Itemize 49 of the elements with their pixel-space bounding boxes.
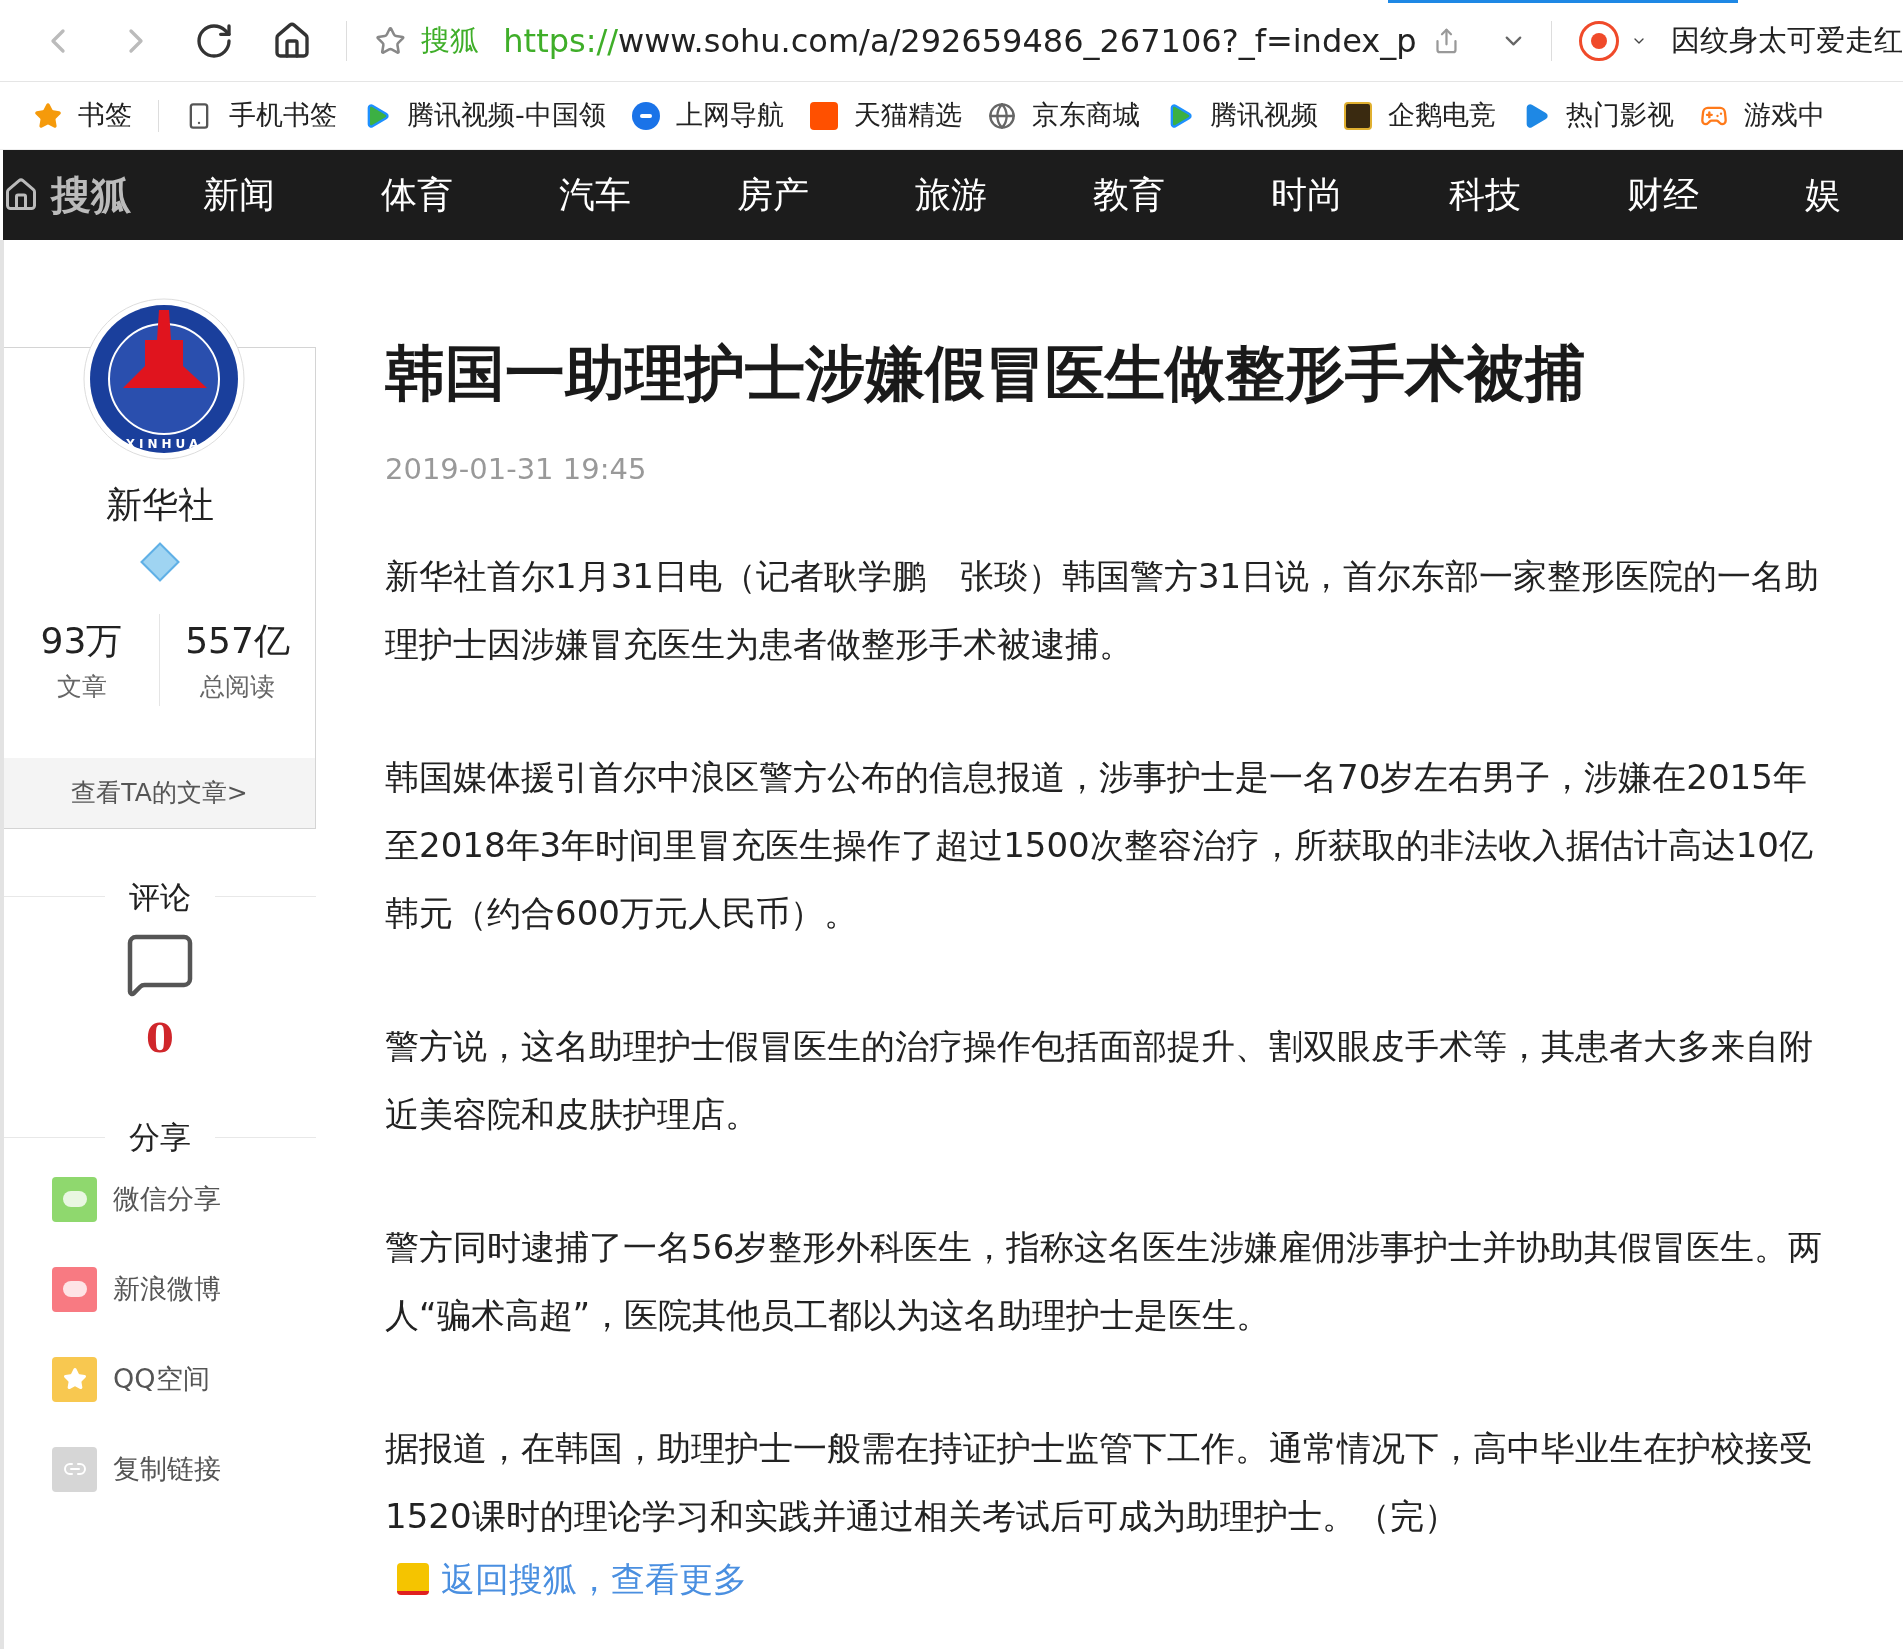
article-paragraph: 韩国媒体援引首尔中浪区警方公布的信息报道，涉事护士是一名70岁左右男子，涉嫌在2015年至2018年3年时间里冒充医生操作了超过1500次整容治疗，所获取的非法收入据估计高达10亿韩元（约合600万元人民币）。 (385, 755, 1814, 935)
bookmark-item[interactable]: 企鹅电竞 (1343, 95, 1496, 136)
bookmark-item[interactable]: 上网导航 (631, 95, 784, 136)
bookmark-item[interactable]: 书签 (34, 95, 132, 136)
nav-link[interactable]: 新闻 (203, 168, 381, 222)
address-bar[interactable]: 搜狐 https://www.sohu.com/a/292659486_267106?_f=index_p (346, 0, 1527, 81)
share-option[interactable]: QQ空间 (52, 1356, 316, 1402)
bookmark-item[interactable]: 京东商城 (987, 95, 1140, 136)
nav-link[interactable]: 教育 (1093, 168, 1271, 222)
bookmark-item[interactable]: 腾讯视频 (1165, 95, 1318, 136)
author-articles-link[interactable]: 查看TA的文章> (4, 757, 315, 828)
bookmark-item[interactable]: 热门影视 (1521, 95, 1674, 136)
stat-value: 93万 (40, 619, 123, 663)
share-option[interactable]: 复制链接 (52, 1446, 316, 1492)
search-suggestion[interactable]: 因纹身太可爱走红 (1671, 18, 1903, 63)
bookmark-item[interactable]: 天猫精选 (809, 95, 962, 136)
share-heading: 分享 (128, 1118, 192, 1157)
bookmark-star-icon (374, 24, 406, 57)
brand-logo[interactable]: 搜狐 (3, 165, 163, 225)
bookmark-item[interactable]: 游戏中 (1699, 95, 1825, 136)
article-paragraph: 警方同时逮捕了一名56岁整形外科医生，指称这名医生涉嫌雇佣涉事护士并协助其假冒医生。两人“骗术高超”，医院其他员工都以为这名助理护士是医生。 (385, 1225, 1824, 1337)
site-label: 搜狐 (421, 21, 480, 59)
bookmark-item[interactable]: 腾讯视频-中国领 (363, 95, 606, 136)
nav-link[interactable]: 汽车 (559, 168, 737, 222)
article-title: 韩国一助理护士涉嫌假冒医生做整形手术被捕 (385, 337, 1586, 410)
nav-link[interactable]: 旅游 (915, 168, 1093, 222)
nav-link[interactable]: 体育 (381, 168, 559, 222)
article-paragraph: 警方说，这名助理护士假冒医生的治疗操作包括面部提升、割双眼皮手术等，其患者大多来自附近美容院和皮肤护理店。 (385, 1024, 1814, 1136)
star-icon (34, 101, 62, 130)
bookmark-item[interactable]: 手机书签 (185, 95, 337, 136)
home-icon[interactable] (272, 20, 312, 61)
nav-link[interactable]: 时尚 (1271, 168, 1449, 222)
article-paragraph: 新华社首尔1月31日电（记者耿学鹏 张琰）韩国警方31日说，首尔东部一家整形医院的一名助理护士因涉嫌冒充医生为患者做整形手术被逮捕。 (385, 554, 1821, 666)
article-paragraph: 据报道，在韩国，助理护士一般需在持证护士监管下工作。通常情况下，高中毕业生在护校接受1520课时的理论学习和实践并通过相关考试后可成为助理护士。（完） (385, 1426, 1814, 1538)
nav-link[interactable]: 房产 (737, 168, 915, 222)
comments-heading: 评论 (128, 877, 192, 917)
comment-count: 0 (146, 1013, 174, 1063)
stat-value: 557亿 (185, 619, 290, 663)
author-name: 新华社 (105, 483, 214, 527)
url-text: https://www.sohu.com/a/292659486_267106?_f=index_p (503, 20, 1417, 62)
article-date: 2019-01-31 19:45 (385, 451, 648, 488)
globe-icon (987, 101, 1016, 130)
stat-label: 总阅读 (200, 671, 275, 703)
nav-link[interactable]: 财经 (1627, 168, 1805, 222)
share-option[interactable]: 新浪微博 (52, 1266, 316, 1312)
nav-link[interactable]: 科技 (1449, 168, 1627, 222)
share-option[interactable]: 微信分享 (52, 1176, 316, 1222)
stat-label: 文章 (56, 671, 107, 703)
nav-link[interactable]: 娱 (1805, 168, 1903, 222)
